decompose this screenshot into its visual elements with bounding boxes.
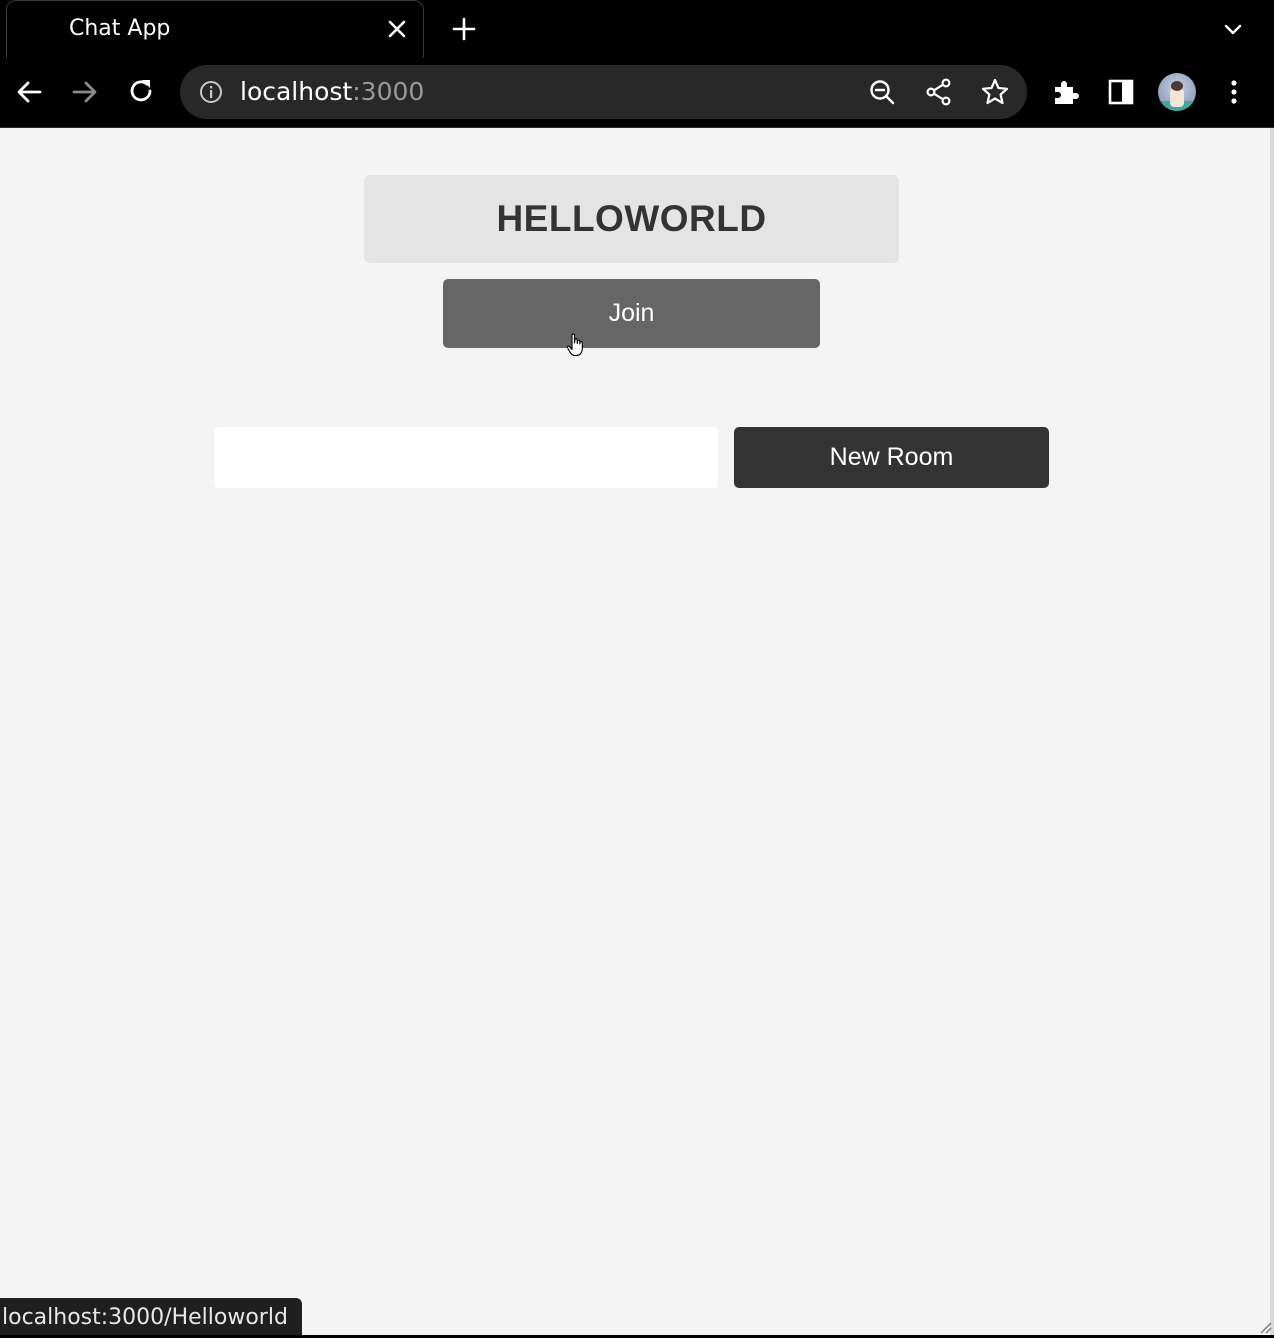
- room-card: HELLOWORLD: [364, 175, 899, 263]
- star-icon[interactable]: [979, 76, 1011, 108]
- status-url-bubble: localhost:3000/Helloworld: [0, 1298, 302, 1335]
- avatar-cat-head: [1171, 81, 1183, 91]
- forward-arrow-icon[interactable]: [69, 76, 101, 108]
- browser-tab[interactable]: Chat App: [6, 0, 424, 58]
- reload-icon[interactable]: [125, 75, 157, 107]
- side-panel-icon[interactable]: [1105, 76, 1137, 108]
- hand-cursor-icon: [566, 333, 583, 357]
- tab-strip: Chat App: [0, 0, 1274, 58]
- chevron-down-icon[interactable]: [1220, 16, 1246, 42]
- zoom-out-icon[interactable]: [866, 76, 898, 108]
- kebab-menu-icon[interactable]: [1218, 76, 1250, 108]
- tab-title: Chat App: [69, 16, 171, 41]
- address-bar[interactable]: localhost:3000: [180, 65, 1027, 119]
- plus-icon[interactable]: [450, 15, 478, 43]
- page-viewport: HELLOWORLD Join New Room: [0, 128, 1270, 1335]
- close-icon[interactable]: [385, 17, 409, 41]
- new-room-button[interactable]: New Room: [734, 427, 1049, 488]
- info-icon[interactable]: [198, 79, 224, 105]
- browser-toolbar: localhost:3000: [0, 58, 1274, 128]
- puzzle-icon[interactable]: [1050, 76, 1082, 108]
- new-room-input[interactable]: [214, 427, 718, 488]
- url-host: localhost: [240, 77, 353, 106]
- room-name: HELLOWORLD: [496, 198, 767, 239]
- back-arrow-icon[interactable]: [13, 76, 45, 108]
- resize-grip-icon[interactable]: [1258, 1320, 1272, 1334]
- share-icon[interactable]: [923, 76, 955, 108]
- profile-avatar[interactable]: [1158, 73, 1196, 111]
- url-port: :3000: [352, 77, 425, 106]
- url-text: localhost:3000: [240, 77, 424, 107]
- scrollbar-edge[interactable]: [1270, 128, 1274, 1335]
- join-button[interactable]: Join: [443, 279, 820, 348]
